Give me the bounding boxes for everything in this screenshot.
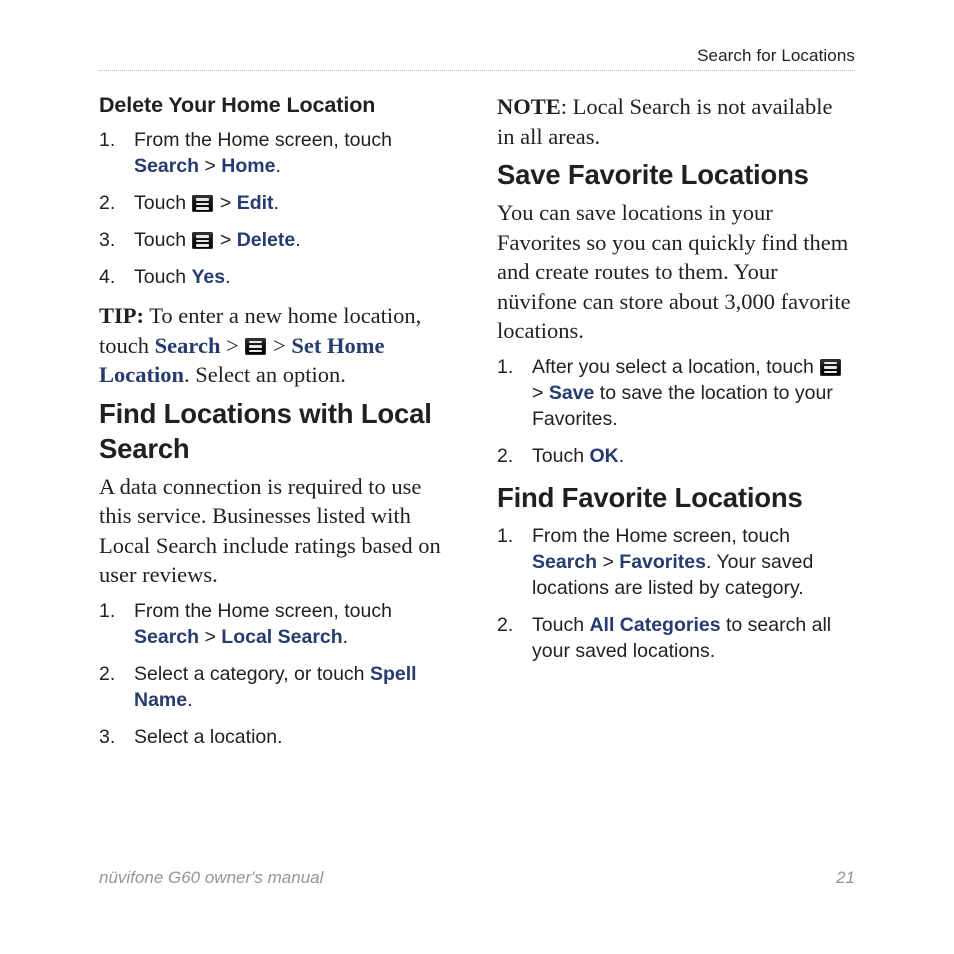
ui-term: All Categories [589, 613, 721, 636]
menu-icon [820, 358, 842, 376]
list-item: 1. After you select a location, touch > S… [497, 354, 855, 432]
list-item-text: From the Home screen, touch Search > Fav… [532, 525, 813, 599]
text-run: . Select an option. [184, 362, 346, 387]
steps-delete-your-home-location: 1. From the Home screen, touch Search > H… [99, 127, 457, 290]
list-item-text: Select a category, or touch Spell Name. [134, 663, 417, 711]
paragraph-local-search-intro: A data connection is required to use thi… [99, 473, 441, 588]
ui-term: Yes [191, 266, 226, 288]
text-run: Touch [532, 613, 590, 636]
list-item-number: 1. [99, 599, 116, 622]
ui-term: Search [134, 625, 200, 648]
steps-find-favorite-locations: 1. From the Home screen, touch Search > F… [497, 523, 855, 664]
left-column: Delete Your Home Location 1. From the Hom… [99, 92, 457, 761]
path-separator: > [532, 381, 549, 404]
path-separator: > [220, 332, 245, 358]
ui-term: Local Search [221, 625, 343, 648]
list-item-number: 2. [99, 192, 116, 214]
list-item-text: Touch Yes. [134, 266, 231, 288]
text-run: Touch [134, 229, 192, 251]
text-run: . [342, 625, 349, 648]
text-run: From the Home screen, touch [134, 599, 392, 622]
text-run: Touch [532, 444, 590, 467]
right-column: NOTE: Local Search is not available in a… [497, 92, 855, 675]
list-item-text: From the Home screen, touch Search > Hom… [134, 129, 392, 177]
list-item-text: Touch OK. [532, 445, 624, 467]
list-item-text: From the Home screen, touch Search > Loc… [134, 600, 392, 648]
ui-term: Search [532, 550, 598, 573]
text-run: Select a category, or touch [134, 662, 370, 685]
text-run: . [187, 688, 193, 711]
list-item-text: Touch All Categories to search all your … [532, 614, 831, 662]
text-run: From the Home screen, touch [532, 524, 790, 547]
footer-manual-title: nüvifone G60 owner's manual [99, 868, 324, 887]
list-item: 2. Touch All Categories to search all you… [497, 612, 855, 664]
heading-find-locations-with-local-search: Find Locations with Local Search [99, 397, 432, 464]
list-item: 1. From the Home screen, touch Search > H… [99, 127, 457, 179]
ui-term: Favorites [619, 550, 706, 573]
path-separator: > [199, 155, 222, 177]
text-run: . [295, 229, 301, 251]
list-item: 1. From the Home screen, touch Search > F… [497, 523, 855, 601]
text-run: . [273, 192, 279, 214]
page-footer: nüvifone G60 owner's manual 21 [99, 868, 855, 888]
list-item-number: 2. [99, 662, 116, 685]
list-item: 1. From the Home screen, touch Search > L… [99, 598, 457, 650]
paragraph-save-favorites-intro: You can save locations in your Favorites… [497, 200, 851, 343]
tip-paragraph: TIP: To enter a new home location, touch… [99, 301, 457, 390]
text-run: . [225, 266, 231, 288]
steps-find-locations-with-local-search: 1. From the Home screen, touch Search > L… [99, 598, 457, 750]
path-separator: > [597, 550, 620, 573]
list-item: 3. Touch > Delete. [99, 227, 457, 253]
list-item-number: 1. [99, 129, 116, 151]
text-run: . [275, 155, 281, 177]
ui-term: Save [548, 381, 595, 404]
manual-page: Search for Locations Delete Your Home Lo… [0, 0, 954, 954]
path-separator: > [199, 625, 222, 648]
list-item-text: Touch > Delete. [134, 229, 301, 251]
ui-term: Delete [236, 229, 296, 251]
path-separator: > [214, 192, 237, 214]
ui-term: Edit [236, 192, 274, 214]
text-run: . [618, 444, 625, 467]
ui-term: Search [134, 155, 200, 177]
list-item-number: 2. [497, 613, 514, 636]
callout-label: NOTE [497, 94, 561, 119]
menu-icon [192, 232, 214, 249]
path-separator: > [267, 332, 292, 358]
list-item-text: Touch > Edit. [134, 192, 279, 214]
list-item-text: After you select a location, touch > Sav… [532, 356, 842, 430]
list-item: 2. Select a category, or touch Spell Name… [99, 661, 457, 713]
ui-term: Search [154, 332, 221, 358]
path-separator: > [214, 229, 237, 251]
note-paragraph: NOTE: Local Search is not available in a… [497, 92, 855, 151]
menu-icon [245, 337, 267, 355]
text-run: Touch [134, 266, 192, 288]
heading-delete-your-home-location: Delete Your Home Location [99, 93, 376, 117]
steps-save-favorite-locations: 1. After you select a location, touch > S… [497, 354, 855, 469]
callout-label: TIP: [99, 303, 144, 328]
ui-term: OK [589, 444, 619, 467]
heading-find-favorite-locations: Find Favorite Locations [497, 481, 803, 513]
text-run: Select a location. [134, 725, 283, 748]
text-run: After you select a location, touch [532, 355, 820, 378]
list-item-text: Select a location. [134, 726, 283, 748]
footer-page-number: 21 [836, 868, 855, 887]
list-item: 4. Touch Yes. [99, 264, 457, 290]
ui-term: Home [221, 155, 276, 177]
list-item-number: 4. [99, 266, 116, 288]
list-item: 2. Touch > Edit. [99, 190, 457, 216]
list-item-number: 3. [99, 725, 116, 748]
heading-save-favorite-locations: Save Favorite Locations [497, 159, 809, 190]
header-divider [99, 70, 855, 72]
list-item-number: 2. [497, 444, 514, 467]
list-item: 3. Select a location. [99, 724, 457, 750]
list-item: 2. Touch OK. [497, 443, 855, 469]
menu-icon [192, 195, 214, 212]
text-run: From the Home screen, touch [134, 129, 392, 151]
text-run: Touch [134, 192, 192, 214]
list-item-number: 1. [497, 524, 514, 547]
list-item-number: 1. [497, 355, 514, 378]
list-item-number: 3. [99, 229, 116, 251]
running-header: Search for Locations [697, 46, 855, 65]
